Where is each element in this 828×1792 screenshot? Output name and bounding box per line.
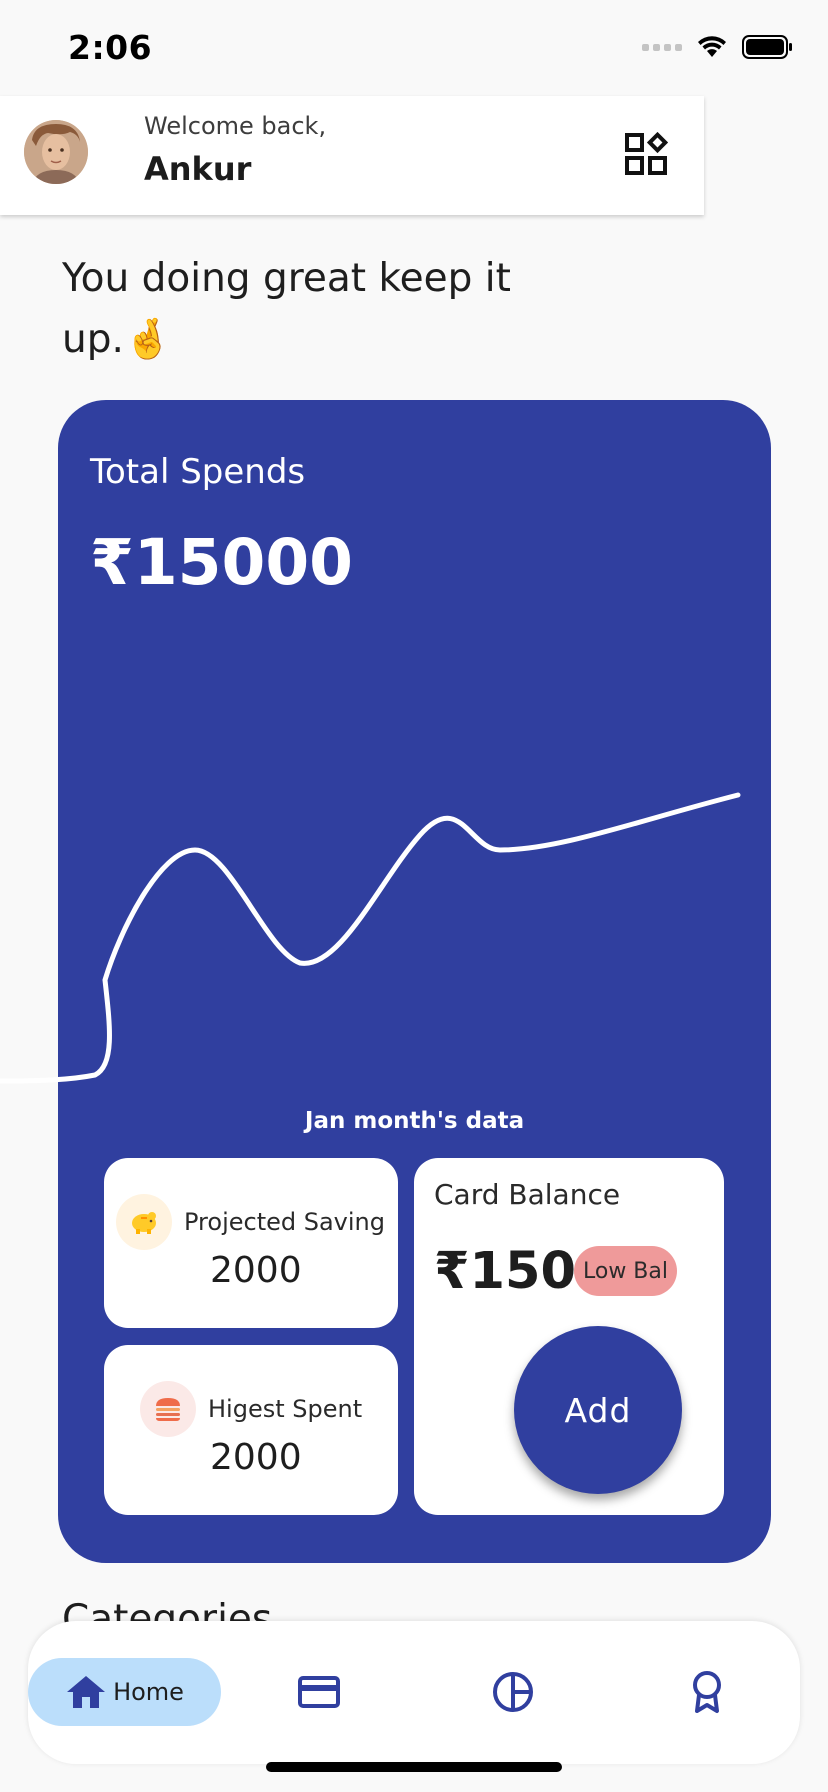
battery-icon — [742, 35, 792, 59]
highest-spent-card[interactable]: Higest Spent 2000 — [104, 1345, 398, 1515]
card-balance-label: Card Balance — [434, 1178, 621, 1211]
grid-apps-icon[interactable] — [624, 132, 668, 176]
motivation-text: You doing great keep it up.🤞 — [62, 256, 511, 362]
home-screen: 2:06 Welcome back, Ankur You doing great… — [0, 0, 828, 1792]
projected-saving-value: 2000 — [210, 1250, 302, 1291]
total-spends-amount: ₹15000 — [90, 526, 354, 599]
user-name: Ankur — [144, 150, 252, 188]
total-spends-label: Total Spends — [90, 452, 306, 492]
low-balance-badge: Low Bal — [574, 1246, 677, 1296]
status-icons — [642, 34, 794, 60]
award-icon — [693, 1671, 721, 1713]
card-balance-card: Card Balance ₹1500 Low Bal Add — [414, 1158, 724, 1515]
month-data-label: Jan month's data — [304, 1108, 525, 1134]
cellular-signal-icon — [642, 43, 682, 51]
add-balance-button[interactable]: Add — [514, 1326, 682, 1494]
highest-spent-value: 2000 — [210, 1437, 302, 1478]
projected-saving-label: Projected Saving — [184, 1208, 385, 1236]
welcome-header: Welcome back, Ankur — [0, 96, 704, 215]
pie-chart-icon — [493, 1672, 533, 1712]
spend-trend-chart — [0, 792, 741, 1084]
bottom-navigation: Home — [28, 1621, 800, 1764]
highest-spent-label: Higest Spent — [208, 1395, 363, 1423]
piggy-bank-icon — [116, 1194, 172, 1250]
nav-home-label: Home — [113, 1678, 184, 1706]
projected-saving-card[interactable]: Projected Saving 2000 — [104, 1158, 398, 1328]
nav-home[interactable]: Home — [28, 1658, 221, 1726]
nav-rewards[interactable] — [684, 1669, 730, 1715]
wifi-icon — [698, 36, 726, 57]
burger-icon — [140, 1381, 196, 1437]
home-icon — [67, 1676, 106, 1708]
avatar[interactable] — [24, 120, 88, 184]
card-icon — [298, 1676, 340, 1708]
status-bar: 2:06 — [0, 0, 828, 96]
status-time: 2:06 — [68, 28, 153, 67]
nav-analytics[interactable] — [490, 1669, 536, 1715]
home-indicator — [266, 1762, 562, 1772]
welcome-text: Welcome back, — [144, 112, 327, 140]
spend-trend-line — [0, 792, 741, 1084]
nav-cards[interactable] — [296, 1669, 342, 1715]
